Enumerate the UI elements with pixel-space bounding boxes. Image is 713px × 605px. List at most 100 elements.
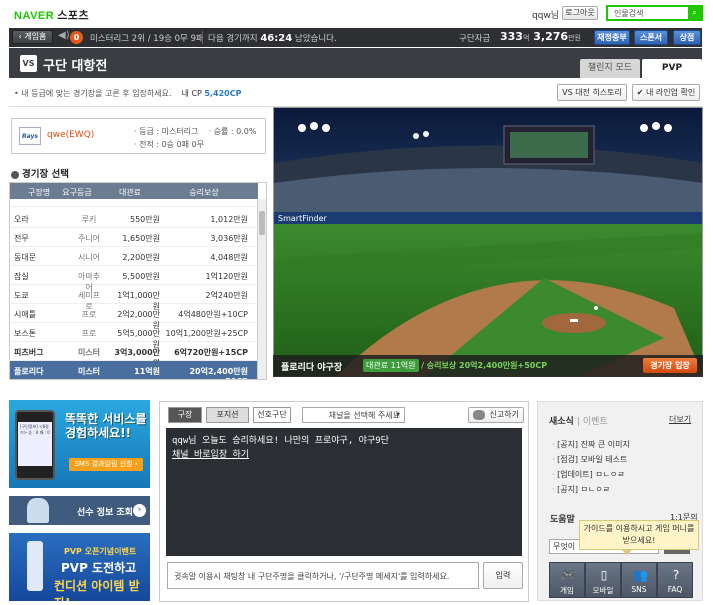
team-name: qwe(EWQ) (47, 130, 95, 140)
bullet-icon (11, 170, 19, 179)
logout-button[interactable]: 로그아웃 (562, 6, 598, 20)
stadium-name: 플로리다 야구장 (281, 363, 343, 373)
chat-message: qqw님 오늘도 승리하세요! 나만의 프로야구, 야구9단 (172, 436, 389, 446)
divider (202, 31, 203, 44)
battle-history-button[interactable]: VS 대전 히스토리 (557, 84, 627, 101)
stadium-select-title: 경기장 선택 (11, 166, 69, 180)
col-header-reward: 승리보상 (189, 188, 219, 197)
table-row[interactable]: 잠실 아마추어 5,500만원 1억120만원 (10, 266, 258, 292)
event-label: PVP 오픈기념이벤트 (64, 547, 137, 556)
info-text: • 내 등급에 맞는 경기장을 고른 후 입장하세요. 내 CP 5,420CP (14, 89, 242, 98)
table-row[interactable]: 시애틀 프로 2억2,000만원 4억480만원+10CP (10, 304, 258, 330)
username: qqw님 (532, 11, 560, 21)
sms-signup-button[interactable]: SMS 결과알림 신청 › (69, 458, 143, 471)
speaker-icon[interactable]: ◀) (58, 30, 70, 41)
chat-log: qqw님 오늘도 승리하세요! 나만의 프로야구, 야구9단 채널 바로입장 하… (166, 428, 522, 556)
pvp-event-banner[interactable]: PVP 오픈기념이벤트 PVP 도전하고 컨디션 아이템 받자! (9, 533, 150, 601)
player-figure (27, 498, 49, 523)
enter-stadium-button[interactable]: 경기장 입장 (643, 358, 697, 373)
tab-favorite-team[interactable]: 선호구단 (253, 407, 291, 423)
player-info-banner[interactable]: 선수 정보 조회 › (9, 496, 150, 525)
col-header-fee: 대관료 (118, 188, 142, 197)
table-row[interactable]: 전무 주니어 1,650만원 3,036만원 (10, 228, 258, 247)
sns-guide-button[interactable]: 👥 SNS (621, 562, 657, 598)
chat-bubble-icon (473, 410, 485, 420)
table-row-partial (10, 199, 258, 207)
chat-input[interactable]: 귓속말 이용시 채팅창 내 구단주명을 클릭하거나, '/구단주명 메세지'를 … (167, 562, 479, 589)
my-lineup-button[interactable]: ✔ 내 라인업 확인 (632, 84, 700, 101)
table-row-selected[interactable]: 플로리다미스터11억원20억2,400만원+50CP (10, 361, 258, 379)
question-icon: ? (672, 568, 680, 582)
stadium-table: 구장명 요구등급 대관료 승리보상 오라 루키 550만원 1,012만원 전무 주니어… (9, 182, 267, 380)
gamepad-icon: 🎮 (561, 568, 576, 582)
tab-pvp[interactable]: PVP (642, 59, 702, 78)
vs-icon: VS (20, 55, 37, 72)
table-row[interactable]: 도쿄 세미프로 1억1,000만원 2억240만원 (10, 285, 258, 311)
chat-panel: 구장 포지션 선호구단 채널을 선택해 주세요 ▾ 신고하기 qqw님 오늘도 승… (159, 401, 529, 602)
game-guide-button[interactable]: 🎮 게임 (549, 562, 585, 598)
search-icon[interactable]: ⌕ (688, 7, 701, 19)
shop-button[interactable]: 상점 (673, 30, 701, 45)
table-header: 구장명 요구등급 대관료 승리보상 (10, 183, 258, 199)
fund-label: 구단자금 (459, 34, 491, 44)
notification-badge[interactable]: 0 (70, 31, 83, 44)
stadium-info-bar: 플로리다 야구장 대관료 11억원 / 승리보상 20억2,400만원+50CP… (273, 355, 703, 377)
table-row[interactable]: 피츠버그미스터3억3,000만원6억720만원+15CP (10, 342, 258, 368)
chevron-down-icon: ▾ (395, 410, 400, 419)
more-link[interactable]: 더보기 (669, 414, 691, 425)
table-row[interactable]: 동대문 시니어 2,200만원 4,048만원 (10, 247, 258, 266)
people-search-input[interactable]: 인물검색 ⌕ (606, 5, 703, 21)
league-info: 미스터리그 2위 / 19승 0무 9패 (90, 34, 204, 44)
table-row[interactable]: 오라 루키 550만원 1,012만원 (10, 209, 258, 228)
fund-amount: 333억 3,276만원 (500, 30, 581, 43)
top-header: NAVER 스포츠 qqw님 로그아웃 인물검색 ⌕ (0, 0, 713, 26)
send-button[interactable]: 입력 (483, 562, 523, 589)
tab-position[interactable]: 포지션 (206, 407, 249, 423)
team-logo: Rays (19, 127, 41, 145)
news-title[interactable]: 새소식 | 이벤트 (549, 414, 608, 427)
guide-tooltip: 가이드를 이용하시고 게임 머니를 받으세요! (579, 520, 699, 555)
team-info-card: Rays qwe(EWQ) · 등급 : 미스터리그 · 승률 : 0.0% ·… (11, 118, 266, 154)
phone-icon: ▯ (600, 568, 608, 582)
news-item[interactable]: [업데이트] ㅁㄴㅇㄹ (552, 469, 625, 480)
sponsor-button[interactable]: 스폰서 (634, 30, 668, 45)
stadium-image: SmartFinder (273, 107, 703, 377)
team-record: · 전적 : 0승 0패 0무 (134, 140, 205, 149)
mobile-guide-button[interactable]: ▯ 모바일 (585, 562, 621, 598)
scrollbar-thumb[interactable] (259, 211, 265, 235)
news-item[interactable]: [공지] 진짜 큰 이미지 (552, 439, 630, 450)
sms-ad-banner[interactable]: [구단정보] <8경기> 승 : 0 패 : 0 똑똑한 서비스를 경험하세요!… (9, 400, 150, 488)
news-item[interactable]: [점검] 모바일 테스트 (552, 454, 627, 465)
help-title: 도움말 (550, 515, 575, 525)
tab-challenge-mode[interactable]: 챌린지 모드 (580, 59, 640, 78)
next-game-timer: 다음 경기까지 46:24 남았습니다. (208, 33, 337, 44)
table-scrollbar[interactable] (257, 199, 266, 379)
bottle-image (27, 541, 43, 591)
faq-button[interactable]: ? FAQ (657, 562, 693, 598)
news-item[interactable]: [공지] ㅁㄴㅇㄹ (552, 484, 610, 495)
ad-sign-text: SmartFinder (278, 214, 328, 223)
search-placeholder: 인물검색 (614, 9, 644, 18)
stadium-illustration: SmartFinder (274, 108, 702, 376)
tab-stadium[interactable]: 구장 (168, 407, 202, 423)
event-line2: 컨디션 아이템 받자! (54, 579, 140, 601)
channel-select[interactable]: 채널을 선택해 주세요 ▾ (302, 407, 405, 423)
finance-charge-button[interactable]: 재정충부 (594, 30, 630, 45)
table-row[interactable]: 보스톤 프로 5억5,000만원 10억1,200만원+25CP (10, 323, 258, 349)
game-home-button[interactable]: ‹ 게임홈 (12, 30, 53, 44)
arrow-right-icon: › (133, 504, 146, 517)
page-title-bar: VS 구단 대항전 챌린지 모드 PVP (9, 48, 702, 78)
event-line1: PVP 도전하고 (61, 561, 137, 575)
page-title: 구단 대항전 (43, 59, 108, 74)
phone-screen-text: [구단정보] <8경기> 승 : 0 패 : 0 (18, 422, 52, 466)
news-panel: 새소식 | 이벤트 더보기 [공지] 진짜 큰 이미지 [점검] 모바일 테스트… (537, 401, 703, 601)
status-bar: ‹ 게임홈 ◀) 0 미스터리그 2위 / 19승 0무 9패 다음 경기까지 … (9, 28, 702, 47)
people-icon: 👥 (633, 568, 648, 582)
team-grade-winrate: · 등급 : 미스터리그 · 승률 : 0.0% (134, 127, 257, 136)
col-header-name: 구장명 (28, 188, 51, 197)
col-header-grade: 요구등급 (62, 188, 92, 197)
channel-enter-link[interactable]: 채널 바로입장 하기 (172, 448, 516, 462)
ad-title: 똑똑한 서비스를 경험하세요!! (65, 412, 147, 440)
naver-logo[interactable]: NAVER 스포츠 (14, 7, 89, 23)
report-button[interactable]: 신고하기 (468, 407, 524, 423)
